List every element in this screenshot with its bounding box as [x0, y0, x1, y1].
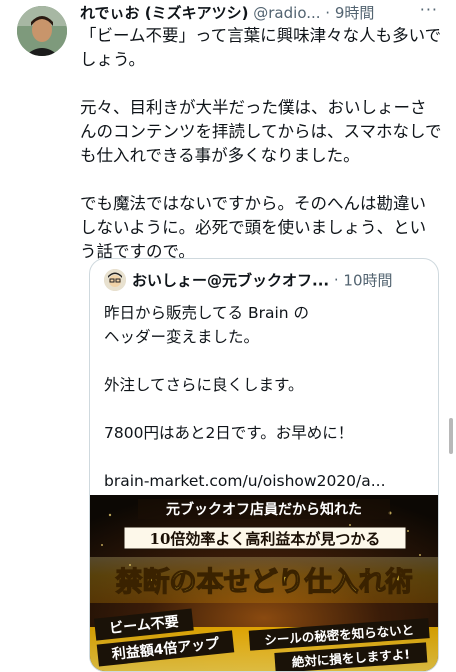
author-handle[interactable]: @radio...	[253, 4, 320, 22]
tweet-header: れでぃお (ミズキアツシ) @radio... · 9時間	[80, 2, 448, 24]
banner-line2: 10倍効率よく高利益本が見つかる	[150, 530, 381, 548]
quoted-timestamp: 10時間	[343, 271, 393, 290]
author-avatar[interactable]	[17, 6, 67, 56]
banner-line1: 元ブックオフ店員だから知れた	[166, 501, 362, 518]
header-separator: ·	[320, 4, 335, 22]
quoted-separator: ·	[329, 271, 344, 289]
quoted-tweet-header: おいしょー@元ブックオフ... · 10時間	[104, 269, 434, 295]
banner-title: 禁断の本せどり仕入れ術	[116, 567, 413, 598]
quoted-author-avatar	[104, 269, 126, 291]
tweet-text: 「ビーム不要」って言葉に興味津々な人も多いでしょう。 元々、目利きが大半だった僕…	[80, 26, 442, 261]
quoted-author-name: おいしょー@元ブックオフ...	[132, 271, 330, 290]
scrollbar-thumb[interactable]	[449, 418, 453, 454]
quoted-tweet-text: 昨日から販売してる Brain の ヘッダー変えました。 外注してさらに良くしま…	[104, 304, 386, 490]
quoted-tweet-image[interactable]: 元ブックオフ店員だから知れた 10倍効率よく高利益本が見つかる 禁断の本せどり仕…	[90, 495, 438, 671]
quoted-tweet-card[interactable]: おいしょー@元ブックオフ... · 10時間 昨日から販売してる Brain の…	[89, 258, 439, 672]
tweet-timestamp[interactable]: 9時間	[335, 4, 375, 22]
more-options-icon[interactable]: ···	[420, 0, 438, 19]
author-name[interactable]: れでぃお (ミズキアツシ)	[80, 4, 248, 22]
